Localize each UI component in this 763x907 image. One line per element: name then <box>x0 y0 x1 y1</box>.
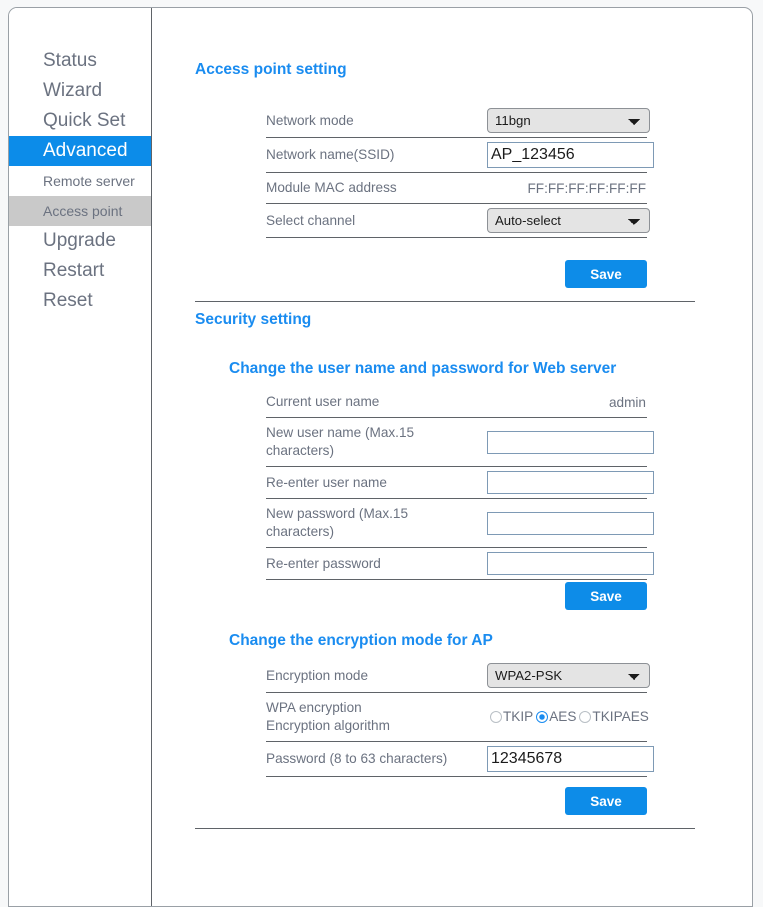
new-user-label: New user name (Max.15 characters) <box>266 417 487 467</box>
access-point-save-wrap: Save <box>565 260 647 288</box>
web-server-form: Current user name admin New user name (M… <box>266 387 654 580</box>
security-section-title: Security setting <box>195 311 312 328</box>
current-user-label: Current user name <box>266 387 487 418</box>
save-button-encryption[interactable]: Save <box>565 787 647 815</box>
reenter-user-label: Re-enter user name <box>266 466 487 499</box>
encryption-save-wrap: Save <box>565 787 647 815</box>
sidebar-item-reset[interactable]: Reset <box>9 286 151 316</box>
section-divider-bottom <box>195 828 695 829</box>
form-row-encryption-password: Password (8 to 63 characters) <box>266 741 654 777</box>
reenter-password-input[interactable] <box>487 552 654 575</box>
sidebar-item-quick-set[interactable]: Quick Set <box>9 106 151 136</box>
new-user-input[interactable] <box>487 430 654 454</box>
radio-dot-aes-icon[interactable] <box>536 711 549 724</box>
page-title: Access point setting <box>195 61 347 78</box>
radio-label-tkip: TKIP <box>503 709 534 725</box>
sidebar-item-access-point[interactable]: Access point <box>9 196 151 226</box>
form-row-mac: Module MAC address FF:FF:FF:FF:FF:FF <box>266 172 647 204</box>
sidebar-item-remote-server[interactable]: Remote server <box>9 166 151 196</box>
encryption-algorithm-radio-group: TKIP AES TKIPAES <box>487 708 649 726</box>
form-row-channel: Select channel Auto-select <box>266 203 650 238</box>
radio-dot-tkipaes-icon[interactable] <box>579 711 592 724</box>
sidebar-nav: Status Wizard Quick Set Advanced Remote … <box>9 8 152 906</box>
encryption-mode-label: Encryption mode <box>266 659 487 693</box>
form-row-reenter-password: Re-enter password <box>266 547 654 580</box>
new-password-label: New password (Max.15 characters) <box>266 498 487 548</box>
new-password-input[interactable] <box>487 511 654 535</box>
radio-label-aes: AES <box>549 709 577 725</box>
mac-address-label: Module MAC address <box>266 172 487 204</box>
radio-option-aes[interactable]: AES <box>536 709 576 724</box>
form-row-reenter-user: Re-enter user name <box>266 466 654 499</box>
radio-option-tkip[interactable]: TKIP <box>490 709 533 724</box>
sidebar-item-status[interactable]: Status <box>9 46 151 76</box>
main-content: Access point setting Network mode 11bgn … <box>152 8 752 906</box>
web-server-subsection-title: Change the user name and password for We… <box>229 360 617 377</box>
encryption-algorithm-label: WPA encryption Encryption algorithm <box>266 692 487 742</box>
sidebar-item-wizard[interactable]: Wizard <box>9 76 151 106</box>
encryption-password-label: Password (8 to 63 characters) <box>266 741 487 777</box>
reenter-user-input[interactable] <box>487 471 654 494</box>
network-mode-select[interactable]: 11bgn <box>487 108 650 133</box>
wpa-encryption-text: WPA encryption <box>266 700 362 715</box>
ssid-input[interactable] <box>487 142 654 168</box>
select-channel-select[interactable]: Auto-select <box>487 208 650 233</box>
encryption-password-input[interactable] <box>487 746 654 772</box>
form-row-new-user: New user name (Max.15 characters) <box>266 417 654 467</box>
form-row-current-user: Current user name admin <box>266 387 647 418</box>
current-user-value: admin <box>608 394 646 410</box>
ssid-label: Network name(SSID) <box>266 137 487 173</box>
section-divider-security <box>195 301 695 302</box>
reenter-password-label: Re-enter password <box>266 547 487 580</box>
radio-option-tkipaes[interactable]: TKIPAES <box>579 709 649 725</box>
sidebar-item-upgrade[interactable]: Upgrade <box>9 226 151 256</box>
save-button-access-point[interactable]: Save <box>565 260 647 288</box>
form-row-encryption-mode: Encryption mode WPA2-PSK <box>266 659 650 693</box>
form-row-new-password: New password (Max.15 characters) <box>266 498 654 548</box>
select-channel-label: Select channel <box>266 203 487 238</box>
access-point-form: Network mode 11bgn Network name(SSID) Mo… <box>266 104 654 238</box>
radio-dot-tkip-icon[interactable] <box>490 711 502 724</box>
form-row-ssid: Network name(SSID) <box>266 137 654 173</box>
web-server-save-wrap: Save <box>565 582 647 610</box>
form-row-network-mode: Network mode 11bgn <box>266 104 650 138</box>
sidebar-item-restart[interactable]: Restart <box>9 256 151 286</box>
encryption-form: Encryption mode WPA2-PSK WPA encryption … <box>266 659 654 777</box>
save-button-web-server[interactable]: Save <box>565 582 647 610</box>
app-window: Status Wizard Quick Set Advanced Remote … <box>8 7 753 907</box>
mac-address-value: FF:FF:FF:FF:FF:FF <box>527 180 646 196</box>
encryption-subsection-title: Change the encryption mode for AP <box>229 632 493 649</box>
form-row-encryption-algorithm: WPA encryption Encryption algorithm TKIP… <box>266 692 649 742</box>
sidebar-item-advanced[interactable]: Advanced <box>9 136 151 166</box>
encryption-algorithm-text: Encryption algorithm <box>266 718 390 733</box>
radio-label-tkipaes: TKIPAES <box>592 709 649 725</box>
encryption-mode-select[interactable]: WPA2-PSK <box>487 663 650 688</box>
network-mode-label: Network mode <box>266 104 487 138</box>
